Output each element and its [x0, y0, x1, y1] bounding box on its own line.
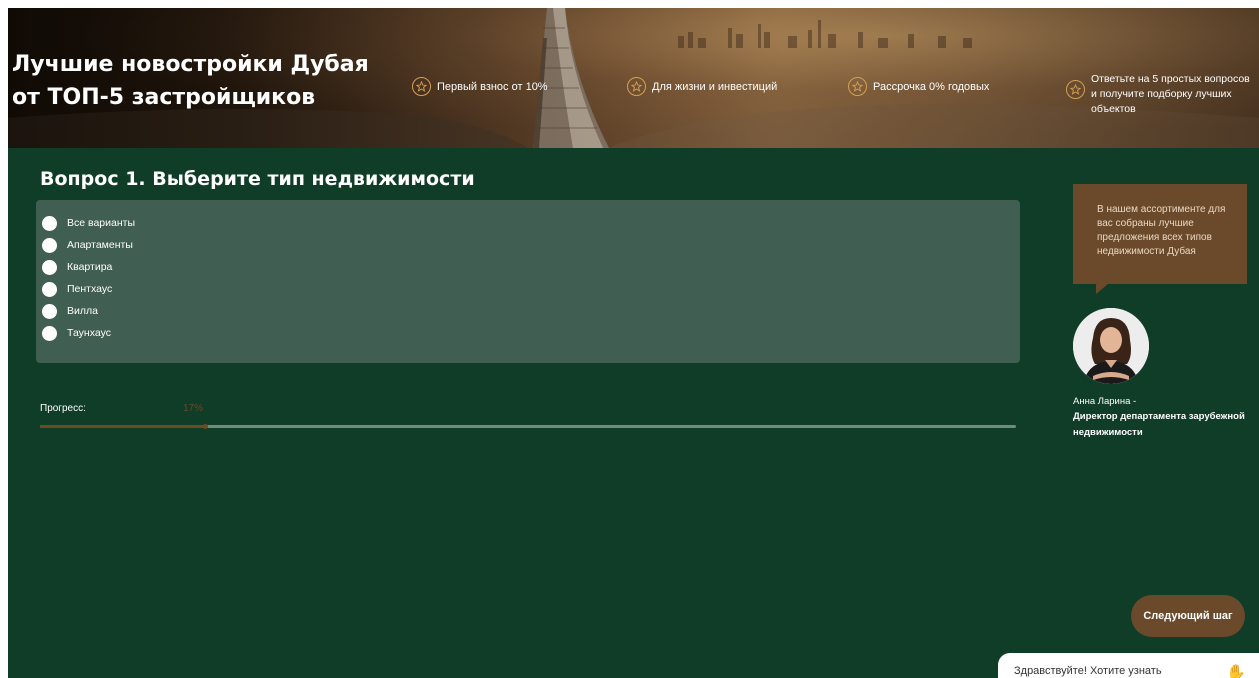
radio-button[interactable] — [42, 215, 57, 231]
radio-button[interactable] — [42, 281, 57, 297]
feature-label: Рассрочка 0% годовых — [873, 80, 990, 93]
feature-label: Первый взнос от 10% — [437, 80, 548, 93]
star-icon — [1066, 80, 1085, 99]
speech-bubble-tail — [1096, 284, 1108, 294]
chat-widget[interactable]: Здравствуйте! Хотите узнать — [998, 653, 1259, 678]
option-flat[interactable]: Квартира — [42, 256, 1020, 278]
progress-bar — [40, 424, 1016, 429]
option-label: Квартира — [67, 261, 113, 273]
feature-installment: Рассрочка 0% годовых — [848, 77, 989, 96]
feature-cta-line2: и получите подборку лучших — [1091, 88, 1232, 100]
advisor-name: Анна Ларина - — [1073, 396, 1137, 407]
quiz-page: Лучшие новостройки Дубая от ТОП-5 застро… — [8, 8, 1259, 678]
radio-button[interactable] — [42, 237, 57, 253]
feature-cta-line1: Ответьте на 5 простых вопросов — [1091, 73, 1250, 85]
option-apartments[interactable]: Апартаменты — [42, 234, 1020, 256]
star-icon — [412, 77, 431, 96]
option-label: Таунхаус — [67, 327, 111, 339]
progress-percent: 17% — [183, 403, 204, 414]
hero-title-line1: Лучшие новостройки Дубая — [12, 52, 369, 77]
feature-quiz-cta: Ответьте на 5 простых вопросов и получит… — [1066, 72, 1259, 117]
option-all-variants[interactable]: Все варианты — [42, 212, 1020, 234]
feature-cta-text: Ответьте на 5 простых вопросов и получит… — [1091, 72, 1259, 117]
option-penthouse[interactable]: Пентхаус — [42, 278, 1020, 300]
star-icon — [848, 77, 867, 96]
advisor-speech-bubble: В нашем ассортименте для вас собраны луч… — [1073, 184, 1247, 284]
hero-title-line2: от ТОП-5 застройщиков — [12, 85, 316, 110]
next-step-button[interactable]: Следующий шаг — [1131, 595, 1245, 637]
advisor-photo — [1073, 308, 1149, 384]
option-label: Апартаменты — [67, 239, 133, 251]
feature-cta-line3: объектов — [1091, 103, 1136, 115]
hand-wave-icon: ✋ — [1226, 665, 1246, 678]
radio-button[interactable] — [42, 325, 57, 341]
question-title: Вопрос 1. Выберите тип недвижимости — [40, 168, 475, 190]
advisor-role: Директор департамента зарубежной недвижи… — [1073, 411, 1245, 438]
hero-banner: Лучшие новостройки Дубая от ТОП-5 застро… — [8, 8, 1259, 148]
radio-button[interactable] — [42, 259, 57, 275]
feature-living-investment: Для жизни и инвестиций — [627, 77, 777, 96]
feature-label: Для жизни и инвестиций — [652, 80, 778, 93]
option-label: Пентхаус — [67, 283, 113, 295]
feature-down-payment: Первый взнос от 10% — [412, 77, 548, 96]
radio-button[interactable] — [42, 303, 57, 319]
option-villa[interactable]: Вилла — [42, 300, 1020, 322]
progress-fill — [40, 425, 206, 428]
star-icon — [627, 77, 646, 96]
chat-greeting: Здравствуйте! Хотите узнать — [1014, 665, 1162, 677]
progress-label: Прогресс: — [40, 403, 86, 414]
options-panel: Все варианты Апартаменты Квартира Пентха… — [36, 200, 1020, 363]
hero-title: Лучшие новостройки Дубая от ТОП-5 застро… — [12, 48, 402, 114]
option-label: Вилла — [67, 305, 98, 317]
progress-knob — [202, 424, 208, 429]
option-townhouse[interactable]: Таунхаус — [42, 322, 1020, 344]
option-label: Все варианты — [67, 217, 136, 229]
avatar — [1073, 308, 1149, 384]
